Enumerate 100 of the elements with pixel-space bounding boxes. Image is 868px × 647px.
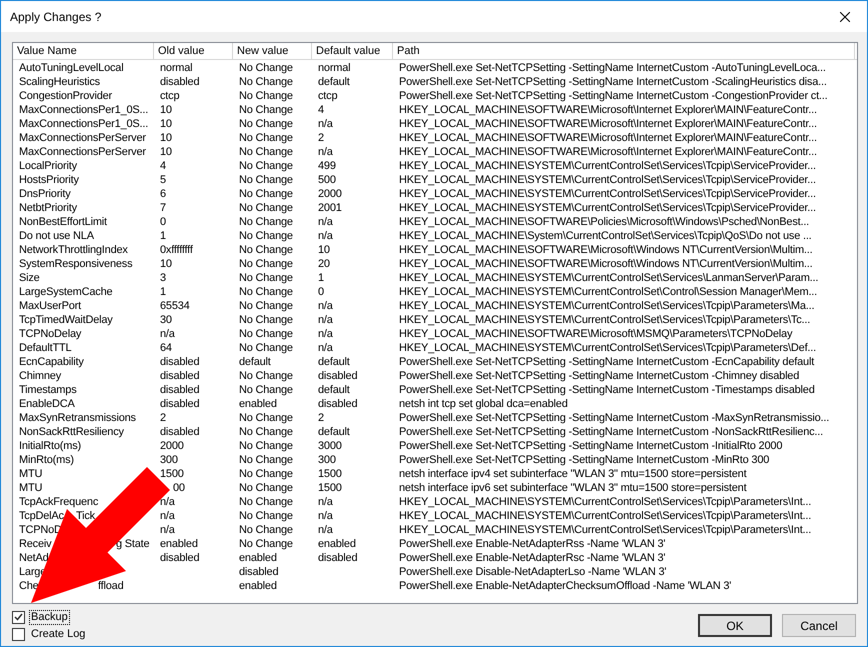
table-cell: No Change <box>239 272 293 284</box>
table-cell: AutoTuningLevelLocal <box>19 62 124 74</box>
table-cell: 30 <box>160 314 172 326</box>
table-cell: Chimney <box>19 370 62 382</box>
table-cell: default <box>318 384 350 396</box>
table-cell: TcpTimedWaitDelay <box>19 314 113 326</box>
window-title: Apply Changes ? <box>10 8 102 26</box>
table-cell: LocalPriority <box>19 160 77 172</box>
table-cell: enabled <box>239 552 277 564</box>
table-cell: ctcp <box>318 90 338 102</box>
table-cell: disabled <box>160 384 200 396</box>
checkbox-label[interactable]: Backup <box>29 610 70 624</box>
checkbox[interactable] <box>12 628 25 640</box>
table-cell: n/a <box>318 230 333 242</box>
table-cell: normal <box>318 62 350 74</box>
column-header[interactable]: Value Name <box>13 43 154 59</box>
table-cell: SystemResponsiveness <box>19 258 132 270</box>
table-cell: 1 <box>318 272 324 284</box>
table-cell: 10 <box>160 104 172 116</box>
table-cell: No Change <box>239 384 293 396</box>
table-cell: No Change <box>239 412 293 424</box>
table-cell: No Change <box>239 76 293 88</box>
table-cell: HostsPriority <box>19 174 79 186</box>
table-cell: 0 <box>318 286 324 298</box>
table-cell: disabled <box>239 566 278 578</box>
table-cell: 1 <box>160 230 166 242</box>
table-cell: No Change <box>239 188 293 200</box>
table-cell: n/a <box>318 510 333 522</box>
checkbox-label[interactable]: Create Log <box>29 626 88 642</box>
table-cell: HKEY_LOCAL_MACHINE\SYSTEM\CurrentControlSet\Services\Tcpip\Parameters\Int... <box>399 510 812 522</box>
table-cell: default <box>318 426 350 438</box>
table-cell: ffload <box>98 579 124 593</box>
table-cell: 2000 <box>160 440 184 452</box>
column-header[interactable]: Path <box>393 43 855 59</box>
table-cell: 10 <box>160 118 172 130</box>
table-cell: PowerShell.exe Set-NetTCPSetting -SettingName InternetCustom -MaxSynRetransmissio... <box>399 412 830 424</box>
table-cell: NonBestEffortLimit <box>19 216 107 228</box>
table-cell: disabled <box>160 426 200 438</box>
table-cell: PowerShell.exe Enable-NetAdapterRss -Name 'WLAN 3' <box>399 538 666 550</box>
column-header[interactable]: Old value <box>154 43 233 59</box>
table-cell: MinRto(ms) <box>19 454 74 466</box>
table-cell: TcpDelAc <box>19 510 64 522</box>
table-cell: PowerShell.exe Disable-NetAdapterLso -Name 'WLAN 3' <box>399 566 666 578</box>
table-cell: No Change <box>239 510 293 522</box>
table-cell: No Change <box>239 328 293 340</box>
table-cell: disabled <box>160 398 200 410</box>
table-cell: No Change <box>239 62 293 74</box>
column-header[interactable]: New value <box>233 43 312 59</box>
table-cell: HKEY_LOCAL_MACHINE\SOFTWARE\Microsoft\Internet Explorer\MAIN\FeatureContr... <box>399 118 817 130</box>
table-cell: 0xffffffff <box>160 244 193 256</box>
table-cell: No Change <box>239 468 293 480</box>
table-cell: PowerShell.exe Enable-NetAdapterRsc -Name 'WLAN 3' <box>399 552 666 564</box>
table-cell: n/a <box>160 328 175 340</box>
table-cell: 5 <box>160 174 166 186</box>
table-cell: HKEY_LOCAL_MACHINE\SYSTEM\CurrentControlSet\Control\Session Manager\Mem... <box>399 286 818 298</box>
table-cell: NetworkThrottlingIndex <box>19 244 128 256</box>
table-cell: 3000 <box>318 440 342 452</box>
table-cell: No Change <box>239 160 293 172</box>
table-cell: n/a <box>318 300 333 312</box>
table-cell: netsh interface ipv4 set subinterface "WLAN 3" mtu=1500 store=persistent <box>399 468 746 480</box>
table-cell: No Change <box>239 230 293 242</box>
dialog-button[interactable]: Cancel <box>782 614 856 637</box>
table-cell: netsh interface ipv6 set subinterface "WLAN 3" mtu=1500 store=persistent <box>399 482 746 494</box>
table-cell: PowerShell.exe Set-NetTCPSetting -SettingName InternetCustom -EcnCapability default <box>399 356 814 368</box>
table-cell: enabled <box>160 538 198 550</box>
table-cell: 2000 <box>318 188 342 200</box>
table-cell: disabled <box>318 552 358 564</box>
table-cell: PowerShell.exe Set-NetTCPSetting -SettingName InternetCustom -ScalingHeuristics disa... <box>399 76 827 88</box>
table-cell: HKEY_LOCAL_MACHINE\SOFTWARE\Microsoft\Windows NT\CurrentVersion\Multim... <box>399 244 812 256</box>
column-header[interactable]: Default value <box>312 43 393 59</box>
table-cell: n/a <box>318 146 333 158</box>
table-cell: No Change <box>239 258 293 270</box>
table-cell: MaxSynRetransmissions <box>19 412 136 424</box>
table-cell: HKEY_LOCAL_MACHINE\SYSTEM\CurrentControlSet\Services\Tcpip\Parameters\Def... <box>399 342 816 354</box>
table-cell: 500 <box>318 174 336 186</box>
table-cell: n/a <box>318 118 333 130</box>
table-cell: HKEY_LOCAL_MACHINE\SOFTWARE\Microsoft\Internet Explorer\MAIN\FeatureContr... <box>399 146 817 158</box>
table-cell: No Change <box>239 300 293 312</box>
table-cell: 10 <box>160 146 172 158</box>
table-cell: InitialRto(ms) <box>19 440 81 452</box>
table-cell: No Change <box>239 454 293 466</box>
table-cell: PowerShell.exe Set-NetTCPSetting -SettingName InternetCustom -Timestamps disabled <box>399 384 815 396</box>
table-cell: PowerShell.exe Set-NetTCPSetting -SettingName InternetCustom -NonSackRttResilienc... <box>399 426 823 438</box>
table-cell: 10 <box>160 258 172 270</box>
table-cell: HKEY_LOCAL_MACHINE\SYSTEM\CurrentControlSet\Services\Tcpip\Parameters\Ma... <box>399 300 814 312</box>
table-cell: No Change <box>239 482 293 494</box>
table-cell: 64 <box>160 342 172 354</box>
table-cell: TcpAckFrequenc <box>19 496 98 508</box>
table-cell: default <box>318 356 350 368</box>
checkbox[interactable] <box>12 610 25 624</box>
dialog-button[interactable]: OK <box>698 614 772 637</box>
table-cell: EnableDCA <box>19 398 75 410</box>
table-cell: MTU <box>19 482 42 494</box>
table-cell: 2 <box>160 412 166 424</box>
table-cell: HKEY_LOCAL_MACHINE\SYSTEM\CurrentControlSet\Services\Tcpip\Parameters\Int... <box>399 496 812 508</box>
table-cell: enabled <box>239 580 277 592</box>
table-cell: No Change <box>239 90 293 102</box>
table-cell: HKEY_LOCAL_MACHINE\SYSTEM\CurrentControlSet\Services\Tcpip\ServiceProvider... <box>399 174 816 186</box>
table-cell: default <box>239 356 271 368</box>
table-cell: CongestionProvider <box>19 90 112 102</box>
